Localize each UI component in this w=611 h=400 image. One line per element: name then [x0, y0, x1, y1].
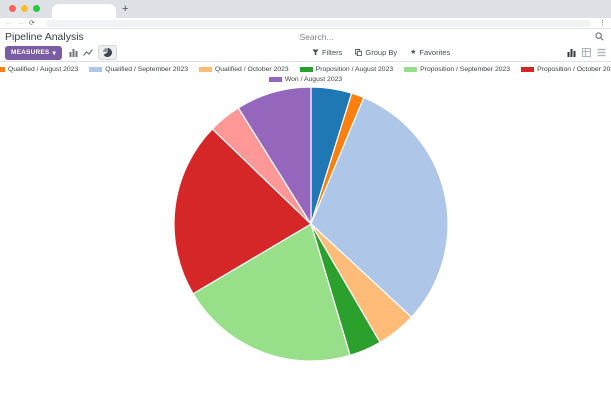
browser-tab-bar: + — [0, 0, 611, 18]
measures-label: MEASURES — [11, 49, 49, 56]
pie-chart — [166, 79, 456, 369]
list-view-icon[interactable] — [597, 48, 606, 57]
legend-swatch — [89, 67, 102, 72]
legend-label: Qualified / August 2023 — [8, 66, 78, 73]
search-box[interactable] — [300, 32, 607, 42]
legend-item-proposition-september-2023[interactable]: Proposition / September 2023 — [404, 66, 510, 73]
legend-swatch — [404, 67, 417, 72]
legend-swatch — [300, 67, 313, 72]
line-chart-icon[interactable] — [83, 48, 93, 57]
legend-swatch — [0, 67, 5, 72]
legend-label: Qualified / September 2023 — [105, 66, 188, 73]
favorites-label: Favorites — [419, 48, 450, 57]
view-switcher — [567, 48, 606, 57]
close-window-icon[interactable] — [9, 5, 16, 12]
pie-chart-icon[interactable] — [98, 45, 117, 60]
page-title: Pipeline Analysis — [5, 31, 84, 43]
legend-label: Proposition / October 2023 — [537, 66, 611, 73]
forward-icon[interactable]: → — [17, 19, 24, 28]
favorites-dropdown[interactable]: ★ Favorites — [410, 48, 450, 57]
measures-button[interactable]: MEASURES ▾ — [5, 46, 62, 60]
graph-view-icon[interactable] — [567, 48, 576, 57]
group-by-icon — [355, 49, 362, 56]
legend-label: Proposition / August 2023 — [316, 66, 393, 73]
browser-tab[interactable] — [52, 4, 116, 18]
search-facets: Filters Group By ★ Favorites — [312, 44, 450, 61]
legend-swatch — [521, 67, 534, 72]
back-icon[interactable]: ← — [5, 19, 12, 28]
window-controls — [9, 5, 40, 12]
legend-item-proposition-august-2023[interactable]: Proposition / August 2023 — [300, 66, 393, 73]
chart-type-switcher — [69, 45, 117, 60]
legend-item-qualified-october-2023[interactable]: Qualified / October 2023 — [199, 66, 289, 73]
filters-label: Filters — [322, 48, 342, 57]
legend-item-proposition-october-2023[interactable]: Proposition / October 2023 — [521, 66, 611, 73]
legend-label: Qualified / October 2023 — [215, 66, 289, 73]
filters-dropdown[interactable]: Filters — [312, 48, 342, 57]
browser-menu-icon[interactable]: ⋮ — [599, 19, 606, 27]
star-icon: ★ — [410, 49, 416, 56]
pivot-view-icon[interactable] — [582, 48, 591, 57]
bar-chart-icon[interactable] — [69, 48, 78, 57]
filter-icon — [312, 49, 319, 56]
search-icon[interactable] — [595, 32, 604, 41]
legend-label: Proposition / September 2023 — [420, 66, 510, 73]
search-input[interactable] — [300, 32, 596, 42]
caret-down-icon: ▾ — [52, 49, 55, 57]
control-panel-top: Pipeline Analysis — [0, 29, 611, 44]
group-by-label: Group By — [365, 48, 397, 57]
legend-item-qualified-august-2023[interactable]: Qualified / August 2023 — [0, 66, 78, 73]
legend-item-qualified-september-2023[interactable]: Qualified / September 2023 — [89, 66, 188, 73]
legend-row: New / September 2023Qualified / August 2… — [0, 66, 611, 73]
new-tab-button[interactable]: + — [122, 1, 128, 17]
reload-icon[interactable]: ⟳ — [29, 19, 35, 28]
group-by-dropdown[interactable]: Group By — [355, 48, 397, 57]
browser-toolbar: ← → ⟳ ⋮ — [0, 18, 611, 29]
control-panel-bottom: MEASURES ▾ Filters Group By ★ Favorites — [0, 44, 611, 61]
minimize-window-icon[interactable] — [21, 5, 28, 12]
address-bar[interactable] — [46, 20, 591, 27]
legend-swatch — [199, 67, 212, 72]
zoom-window-icon[interactable] — [33, 5, 40, 12]
